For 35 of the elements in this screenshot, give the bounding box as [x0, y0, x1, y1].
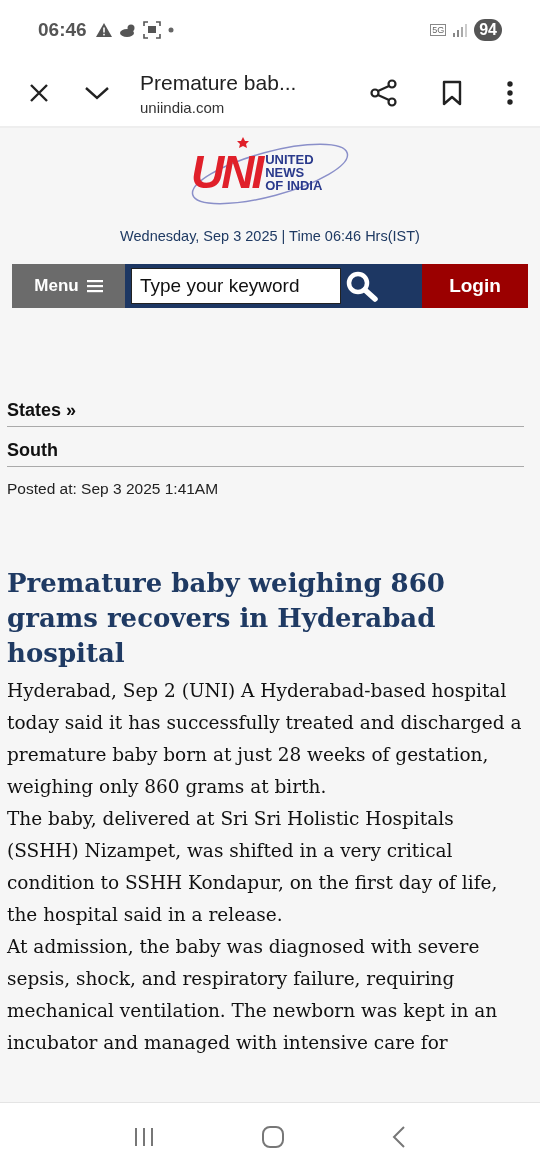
article-paragraph: At admission, the baby was diagnosed with severe sepsis, shock, and respiratory failure, requiring mechanical ventilation. The newborn was kept in an incubator and managed with intensive care for [7, 935, 499, 1055]
logo-text: OF INDIA [265, 178, 323, 192]
menu-button[interactable]: Menu [12, 264, 125, 308]
article-paragraph: The baby, delivered at Sri Sri Holistic Hospitals (SSHH) Nizampet, was shifted in a very critical condition to SSHH Kondapur, on the first day of life, the hospital said in a release. [7, 807, 499, 927]
share-icon[interactable] [370, 79, 398, 107]
chevron-down-icon[interactable] [84, 85, 110, 101]
breadcrumb-link[interactable]: South [7, 440, 524, 467]
signal-icon [452, 23, 469, 37]
article-paragraph: Hyderabad, Sep 2 (UNI) A Hyderabad-based hospital today said it has successfully treated and discharged a premature baby born at just 28 weeks of gestation, weighing only 860 grams at birth. [7, 679, 523, 799]
bookmark-icon[interactable] [442, 80, 462, 106]
date-line: Wednesday, Sep 3 2025 | Time 06:46 Hrs(IST) [120, 228, 420, 244]
search-field[interactable]: Type your keyword [131, 268, 341, 304]
login-button[interactable]: Login [422, 264, 528, 308]
page-title: Premature bab... [140, 70, 298, 95]
breadcrumb-link[interactable]: States » [7, 400, 524, 427]
logo-mark: UNI [191, 149, 262, 195]
more-icon[interactable] [506, 80, 514, 106]
weather-icon [118, 22, 137, 38]
search-icon[interactable] [345, 270, 379, 302]
page-url: uniindia.com [140, 98, 226, 116]
home-icon[interactable] [261, 1124, 285, 1149]
back-icon[interactable] [391, 1124, 407, 1149]
logo-text: NEWS [265, 165, 306, 179]
posted-date: Posted at: Sep 3 2025 1:41AM [7, 480, 220, 498]
dot-icon [166, 26, 175, 34]
battery-badge: 94 [474, 19, 502, 41]
screenshot-icon [142, 21, 161, 39]
clock: 06:46 [38, 19, 87, 41]
close-icon[interactable] [28, 82, 50, 104]
warning-icon [94, 22, 113, 38]
logo-text: UNITED [265, 152, 315, 166]
recent-apps-icon[interactable] [133, 1125, 155, 1148]
menu-icon [86, 279, 103, 293]
article-title: Premature baby weighing 860 grams recovers in Hyderabad hospital [7, 567, 446, 670]
network-label: 5G [430, 24, 447, 36]
